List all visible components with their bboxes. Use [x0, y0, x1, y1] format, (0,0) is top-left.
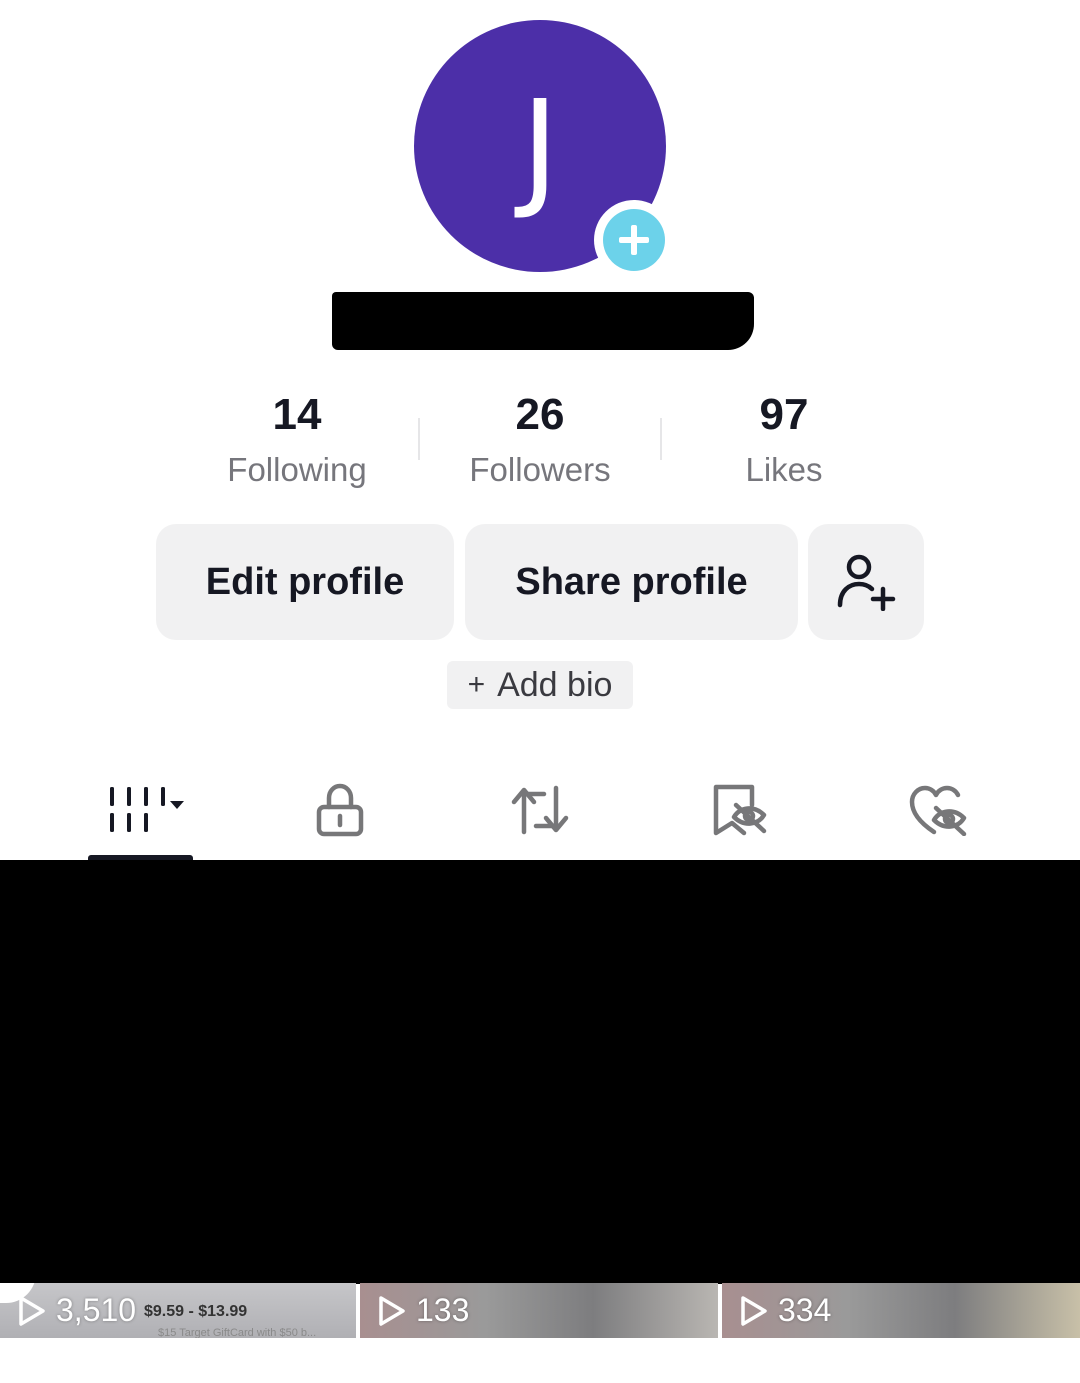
followers-label: Followers: [469, 451, 611, 488]
view-count-text: 133: [416, 1292, 470, 1328]
tab-reposts[interactable]: [500, 770, 580, 850]
play-icon: [741, 1295, 767, 1326]
share-profile-button[interactable]: Share profile: [465, 524, 798, 640]
view-count-text: 3,510: [56, 1292, 137, 1328]
video-thumbnail[interactable]: 133: [360, 1283, 718, 1338]
video-thumbnail[interactable]: 334: [722, 1283, 1080, 1338]
product-promo: $15 Target GiftCard with $50 b...: [158, 1327, 317, 1338]
tab-liked[interactable]: [898, 770, 978, 850]
following-label: Following: [227, 451, 367, 488]
tab-private[interactable]: [300, 770, 380, 850]
videos-grid-icon: [110, 787, 184, 832]
liked-hidden-icon: [909, 785, 967, 836]
edit-profile-button[interactable]: Edit profile: [156, 524, 454, 640]
lock-icon: [316, 783, 364, 837]
add-bio-button[interactable]: + Add bio: [447, 661, 633, 709]
product-price: $9.59 - $13.99: [144, 1303, 248, 1320]
edit-profile-label: Edit profile: [205, 560, 405, 603]
likes-label: Likes: [745, 451, 823, 488]
stat-followers[interactable]: 26 Followers: [420, 388, 660, 492]
video-thumbnail[interactable]: 3,510 $9.59 - $13.99 $15 Target GiftCard…: [0, 1283, 356, 1338]
redacted-content: [0, 860, 1080, 1284]
plus-icon: [619, 225, 649, 255]
view-count: 133: [378, 1283, 469, 1338]
play-icon: [19, 1295, 45, 1326]
view-count: 3,510: [18, 1283, 136, 1338]
add-bio-label: Add bio: [497, 665, 613, 704]
avatar-initial: J: [521, 73, 559, 223]
username-redacted: [332, 292, 754, 350]
play-icon: [379, 1295, 405, 1326]
view-count: 334: [740, 1283, 831, 1338]
add-friends-button[interactable]: [808, 524, 924, 640]
stat-following[interactable]: 14 Following: [177, 388, 417, 492]
likes-count: 97: [759, 390, 809, 439]
view-count-text: 334: [778, 1292, 832, 1328]
following-count: 14: [272, 390, 322, 439]
add-avatar-button[interactable]: [594, 200, 674, 280]
share-profile-label: Share profile: [515, 560, 748, 603]
tab-favorites[interactable]: [700, 770, 780, 850]
bookmark-hidden-icon: [713, 784, 767, 836]
add-person-icon: [837, 554, 896, 611]
repost-icon: [511, 785, 569, 835]
followers-count: 26: [515, 390, 565, 439]
add-bio-plus: +: [467, 668, 486, 701]
stat-divider: [660, 418, 662, 460]
tab-videos[interactable]: [95, 770, 195, 850]
stat-likes[interactable]: 97 Likes: [664, 388, 904, 492]
